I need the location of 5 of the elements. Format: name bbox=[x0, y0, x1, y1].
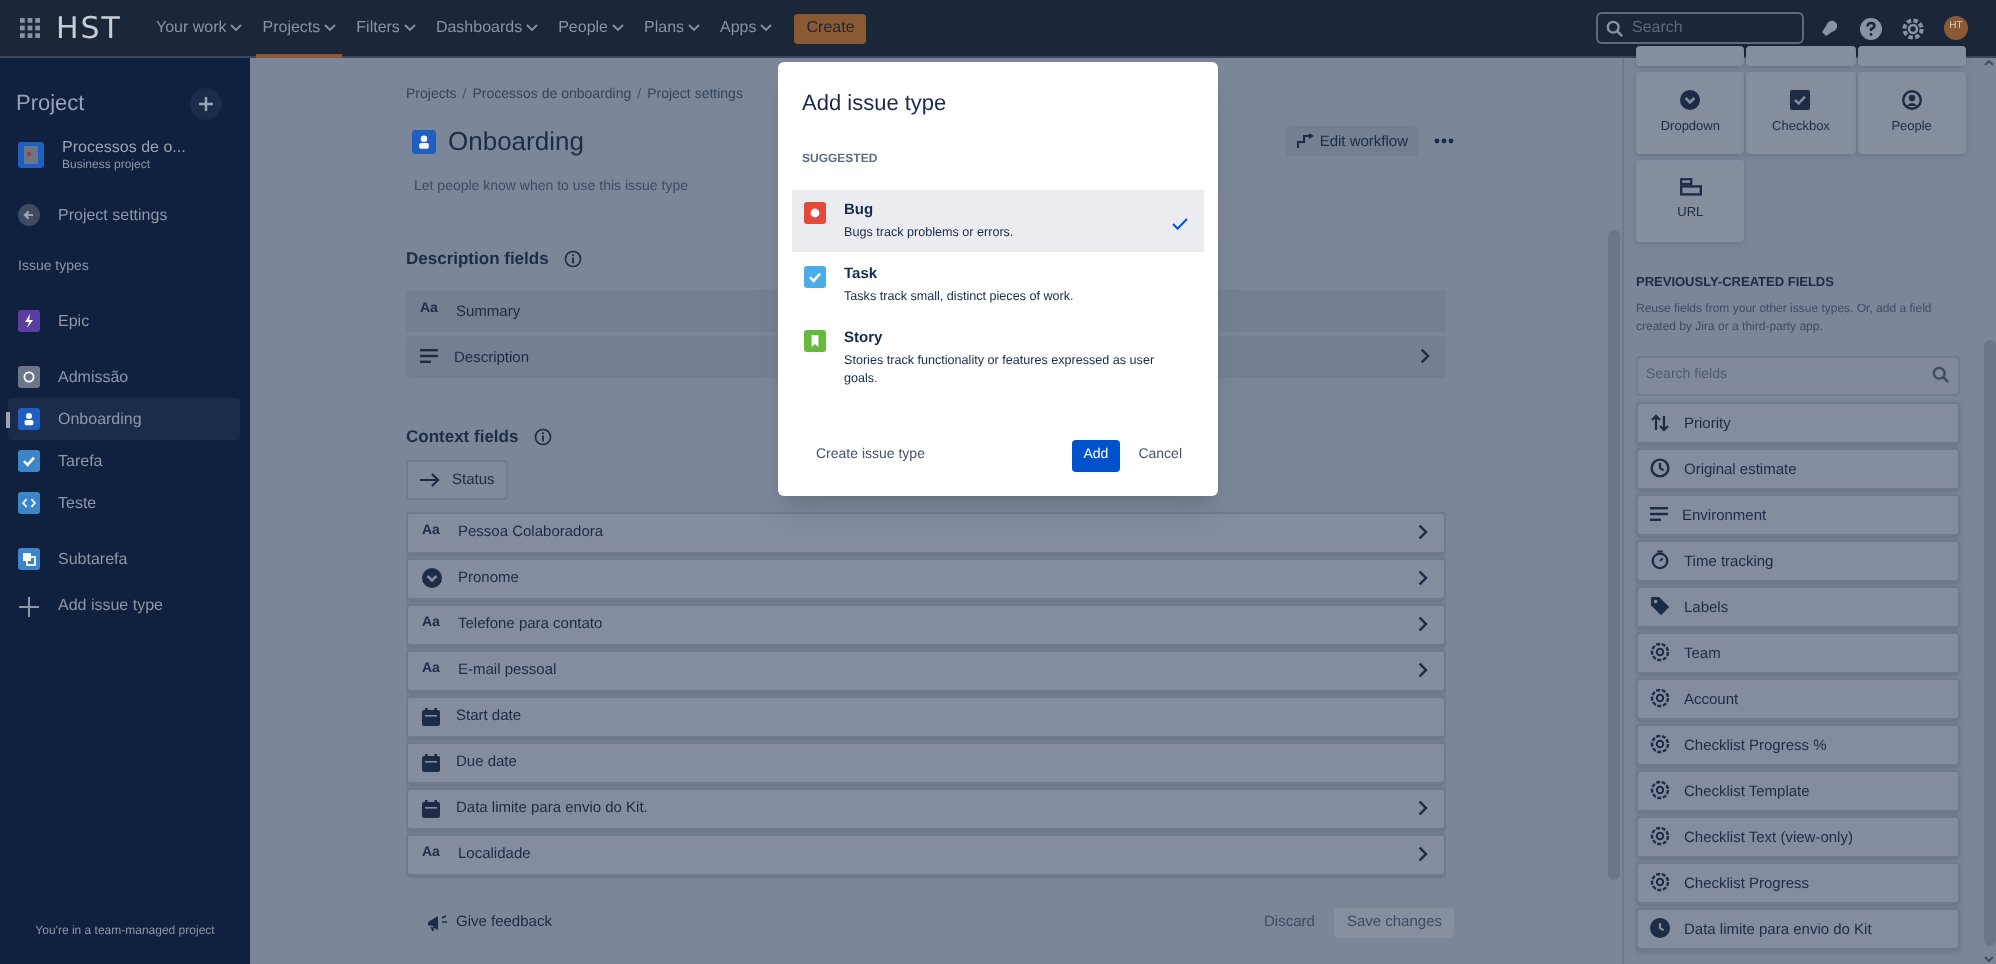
section-heading: Context fields bbox=[406, 423, 519, 449]
page-title: Onboarding bbox=[448, 123, 584, 160]
sidebar-title: Project bbox=[16, 90, 85, 120]
section-heading: Description fields bbox=[406, 246, 549, 272]
dialog-title: Add issue type bbox=[802, 90, 949, 120]
